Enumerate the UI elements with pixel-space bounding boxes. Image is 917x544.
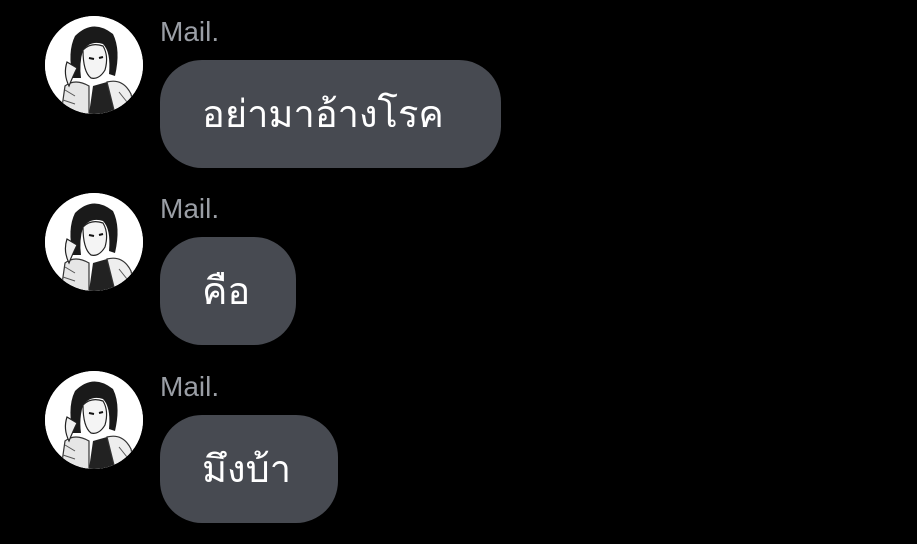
chat-thread: Mail. อย่ามาอ้างโรค Mail. คือ Mail. มึงบ…: [0, 0, 917, 544]
avatar[interactable]: [45, 371, 143, 469]
manga-portrait-avatar-icon: [45, 193, 143, 291]
avatar[interactable]: [45, 193, 143, 291]
message-bubble[interactable]: อย่ามาอ้างโรค: [160, 60, 501, 168]
sender-name: Mail.: [160, 193, 220, 224]
avatar[interactable]: [45, 16, 143, 114]
sender-name: Mail.: [160, 371, 220, 402]
manga-portrait-avatar-icon: [45, 371, 143, 469]
manga-portrait-avatar-icon: [45, 16, 143, 114]
message-bubble[interactable]: คือ: [160, 237, 296, 345]
message-bubble[interactable]: มึงบ้า: [160, 415, 338, 523]
sender-name: Mail.: [160, 16, 220, 47]
